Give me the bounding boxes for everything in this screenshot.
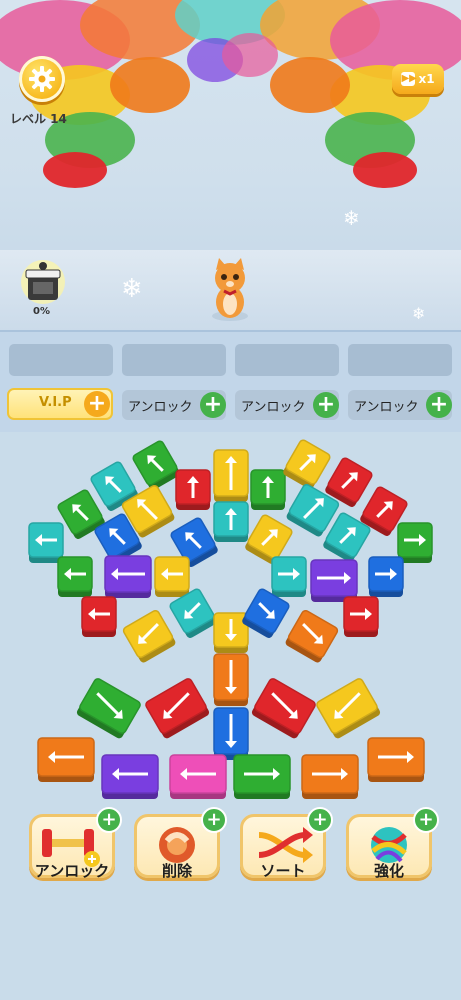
unlock-label: アンロック: [354, 399, 419, 415]
plus-icon: +: [201, 807, 227, 833]
yarn-block-orange[interactable]: [213, 653, 249, 706]
puzzle-board: [0, 432, 461, 1000]
snowflake-icon: ❄: [121, 274, 143, 304]
yarn-block-yellow[interactable]: [282, 439, 331, 491]
yarn-block-orange[interactable]: [367, 737, 425, 782]
vip-unlock-button[interactable]: V.I.P +: [7, 388, 113, 420]
yarn-block-purple[interactable]: [310, 559, 358, 602]
unlock-slot-button[interactable]: アンロック +: [235, 390, 339, 420]
yarn-block-yellow[interactable]: [315, 677, 381, 739]
tool-boost-label: 強化: [373, 862, 404, 880]
yarn-block-orange[interactable]: [37, 737, 95, 782]
yarn-block-purple[interactable]: [101, 754, 159, 799]
yarn-block-teal[interactable]: [213, 501, 249, 542]
yarn-block-red[interactable]: [175, 469, 211, 510]
unlock-slot-button[interactable]: アンロック +: [348, 390, 452, 420]
plus-icon: +: [413, 807, 439, 833]
slot-2: [122, 344, 226, 376]
game-scene: レベル 14 ▶▶ x1 ❄ ❄ ❄ 0%: [0, 0, 461, 330]
slot-1: [9, 344, 113, 376]
yarn-block-blue[interactable]: [368, 556, 404, 597]
plus-icon: +: [313, 392, 339, 418]
yarn-block-green[interactable]: [75, 677, 141, 739]
plus-icon: +: [200, 392, 226, 418]
unlock-label: アンロック: [128, 399, 193, 415]
shop-progress-label: 0%: [33, 306, 50, 317]
yarn-block-yellow[interactable]: [122, 609, 177, 664]
yarn-block-green[interactable]: [57, 556, 93, 597]
yarn-block-pink[interactable]: [169, 754, 227, 799]
gear-icon: [29, 66, 55, 92]
tool-sort-label: ソート: [260, 862, 306, 880]
yarn-block-green[interactable]: [397, 522, 433, 563]
yarn-block-red[interactable]: [81, 596, 117, 637]
speed-label: x1: [418, 72, 435, 86]
yarn-block-green[interactable]: [250, 469, 286, 510]
yarn-block-yellow[interactable]: [213, 449, 249, 502]
yarn-block-purple[interactable]: [104, 555, 152, 598]
yarn-block-teal[interactable]: [271, 556, 307, 597]
vip-label: V.I.P: [39, 395, 72, 410]
plus-icon: +: [307, 807, 333, 833]
cat-character: [206, 258, 254, 322]
tool-delete-label: 削除: [161, 862, 192, 880]
yarn-block-green[interactable]: [233, 754, 291, 799]
level-label: レベル 14: [10, 112, 67, 126]
yarn-block-orange[interactable]: [301, 754, 359, 799]
unlock-label: アンロック: [241, 399, 306, 415]
speed-button[interactable]: ▶▶ x1: [392, 64, 444, 94]
yarn-block-green[interactable]: [132, 440, 181, 492]
shop-stall-icon: [21, 260, 65, 304]
yarn-block-yellow[interactable]: [154, 556, 190, 597]
fast-forward-icon: ▶▶: [401, 72, 417, 86]
slot-3: [235, 344, 339, 376]
yarn-block-blue[interactable]: [213, 707, 249, 760]
plus-icon: +: [84, 391, 110, 417]
settings-button[interactable]: [19, 56, 65, 102]
yarn-block-orange[interactable]: [284, 609, 339, 664]
yarn-block-red[interactable]: [250, 677, 316, 739]
snowflake-icon: ❄: [412, 304, 426, 323]
plus-icon: +: [96, 807, 122, 833]
snowflake-icon: ❄: [343, 206, 360, 230]
unlock-slot-button[interactable]: アンロック +: [122, 390, 226, 420]
slot-4: [348, 344, 452, 376]
yarn-block-teal[interactable]: [28, 522, 64, 563]
yarn-block-red[interactable]: [144, 677, 210, 739]
tool-unlock-label: アンロック: [34, 862, 110, 880]
shop-button[interactable]: [18, 260, 68, 306]
yarn-block-red[interactable]: [343, 596, 379, 637]
slot-bar: V.I.P + アンロック + アンロック + アンロック +: [0, 330, 461, 434]
plus-icon: +: [426, 392, 452, 418]
